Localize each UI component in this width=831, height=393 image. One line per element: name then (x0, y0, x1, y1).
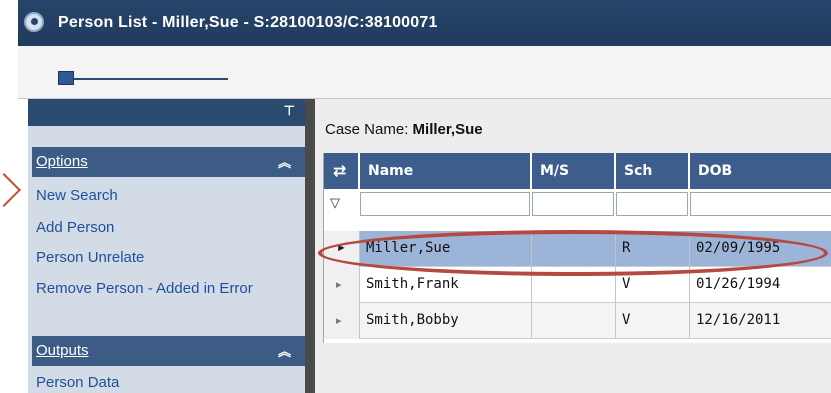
main-content: Case Name: Miller,Sue ⇄ Name M/S Sch DOB… (315, 99, 831, 393)
window-title: Person List - Miller,Sue - S:28100103/C:… (58, 14, 438, 31)
cell-dob[interactable]: 12/16/2011 (690, 303, 831, 339)
remove-person-link[interactable]: Remove Person - Added in Error (36, 280, 276, 298)
case-name-label: Case Name: (325, 121, 409, 138)
cell-name[interactable]: Smith,Bobby (360, 303, 532, 339)
cell-dob[interactable]: 02/09/1995 (690, 231, 831, 267)
chevron-double-up-icon[interactable]: ︽ (278, 152, 291, 171)
sidebar: ⊤ Options ︽ New Search Add Person Person… (28, 99, 305, 393)
pin-icon[interactable]: ⊤ (284, 103, 295, 119)
cell-ms[interactable] (532, 267, 616, 303)
cell-name[interactable]: Miller,Sue (360, 231, 532, 267)
outputs-section-label: Outputs (36, 342, 89, 359)
filter-sch-input[interactable] (616, 192, 688, 216)
filter-icon: ▽ (330, 195, 340, 210)
case-name-value: Miller,Sue (412, 121, 483, 138)
outputs-section-header[interactable]: Outputs ︽ (32, 336, 305, 366)
cell-ms[interactable] (532, 231, 616, 267)
cell-dob[interactable]: 01/26/1994 (690, 267, 831, 303)
case-name: Case Name: Miller,Sue (325, 121, 483, 138)
cell-name[interactable]: Smith,Frank (360, 267, 532, 303)
column-chooser-icon[interactable]: ⇄ (333, 161, 346, 180)
filter-row: ▽ (324, 189, 831, 221)
column-header-sch[interactable]: Sch (616, 153, 690, 189)
new-search-link[interactable]: New Search (36, 187, 118, 205)
table-row[interactable]: ▸ Smith,Bobby V 12/16/2011 (324, 303, 831, 339)
cell-ms[interactable] (532, 303, 616, 339)
title-bar: Person List - Miller,Sue - S:28100103/C:… (18, 0, 831, 46)
cell-sch[interactable]: R (616, 231, 690, 267)
person-data-link[interactable]: Person Data (36, 374, 119, 392)
row-pointer-icon: ► (324, 231, 360, 267)
column-header-name[interactable]: Name (360, 153, 532, 189)
add-person-link[interactable]: Add Person (36, 219, 114, 237)
column-header-ms[interactable]: M/S (532, 153, 616, 189)
toolbar (18, 46, 831, 99)
cell-sch[interactable]: V (616, 267, 690, 303)
slider-track[interactable] (58, 78, 228, 80)
filter-name-input[interactable] (360, 192, 530, 216)
filter-dob-input[interactable] (690, 192, 831, 216)
chevron-double-up-icon[interactable]: ︽ (278, 341, 291, 360)
cell-sch[interactable]: V (616, 303, 690, 339)
annotation-arrow (0, 173, 21, 207)
filter-ms-input[interactable] (532, 192, 614, 216)
table-row[interactable]: ▸ Smith,Frank V 01/26/1994 (324, 267, 831, 303)
person-grid: ⇄ Name M/S Sch DOB ▽ ► Miller,Sue R 02/0… (323, 153, 831, 343)
row-pointer-icon: ▸ (324, 303, 360, 339)
table-row[interactable]: ► Miller,Sue R 02/09/1995 (324, 231, 831, 267)
splitter[interactable] (305, 99, 315, 393)
row-pointer-icon: ▸ (324, 267, 360, 303)
slider-thumb[interactable] (58, 71, 74, 85)
options-section-header[interactable]: Options ︽ (32, 147, 305, 177)
sidebar-header: ⊤ (28, 99, 305, 126)
person-unrelate-link[interactable]: Person Unrelate (36, 249, 144, 267)
column-header-dob[interactable]: DOB (690, 153, 831, 189)
app-globe-icon (24, 12, 44, 32)
column-chooser-header[interactable]: ⇄ (324, 153, 360, 189)
options-section-label: Options (36, 153, 88, 170)
